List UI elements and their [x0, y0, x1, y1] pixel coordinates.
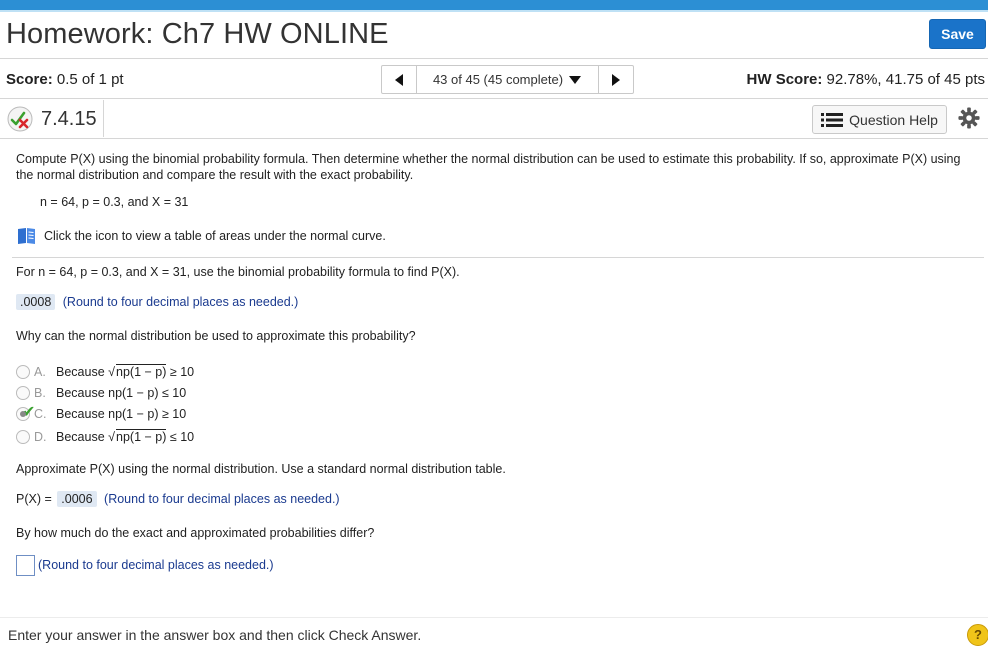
score-label: Score:: [6, 71, 53, 88]
question-select-dropdown[interactable]: 43 of 45 (45 complete): [417, 66, 597, 93]
top-accent-bar-light: [0, 10, 988, 12]
score-value: 0.5 of 1 pt: [56, 71, 124, 88]
part3-answer-box[interactable]: .0006: [57, 491, 97, 507]
option-a-text: Because √np(1 − p) ≥ 10: [56, 364, 195, 379]
part4-prompt: By how much do the exact and approximate…: [16, 526, 375, 540]
option-c-radio[interactable]: ✔: [16, 404, 35, 421]
part1-prompt: For n = 64, p = 0.3, and X = 31, use the…: [16, 265, 460, 279]
hw-score-label: HW Score:: [746, 71, 823, 88]
part1-answer-box[interactable]: .0008: [16, 294, 56, 310]
option-a-letter: A.: [34, 364, 46, 379]
part3-prompt: Approximate P(X) using the normal distri…: [16, 462, 506, 476]
top-accent-bar: [0, 0, 988, 10]
part1-answer-row: .0008 (Round to four decimal places as n…: [16, 294, 298, 310]
divider: [0, 98, 988, 99]
option-c-text: Because np(1 − p) ≥ 10: [56, 407, 187, 421]
arrow-left-icon: [395, 73, 403, 86]
score: Score: 0.5 of 1 pt: [6, 71, 124, 88]
footer-instruction: Enter your answer in the answer box and …: [8, 627, 422, 643]
option-b-text: Because np(1 − p) ≤ 10: [56, 386, 187, 400]
correct-check-icon: ✔: [22, 404, 36, 421]
page-title: Homework: Ch7 HW ONLINE: [6, 18, 389, 50]
question-prompt: Compute P(X) using the binomial probabil…: [16, 152, 961, 182]
question-help-button[interactable]: Question Help: [812, 105, 947, 134]
chevron-down-icon: [569, 75, 582, 84]
part3-answer-row: P(X) = .0006 (Round to four decimal plac…: [16, 491, 340, 507]
question-navigator: 43 of 45 (45 complete): [381, 65, 634, 94]
part4-hint: (Round to four decimal places as needed.…: [38, 558, 274, 572]
part3-hint: (Round to four decimal places as needed.…: [104, 492, 340, 506]
option-a[interactable]: A. Because √np(1 − p) ≥ 10: [16, 364, 194, 379]
option-d-text: Because √np(1 − p) ≤ 10: [56, 429, 195, 444]
list-icon: [821, 112, 844, 127]
divider: [12, 257, 984, 258]
gear-icon[interactable]: [958, 107, 980, 129]
option-c-letter: C.: [34, 407, 47, 421]
table-book-icon[interactable]: [16, 227, 37, 245]
hw-score-value: 92.78%, 41.75 of 45 pts: [826, 71, 985, 88]
question-number: 7.4.15: [41, 108, 97, 130]
question-position: 43 of 45 (45 complete): [432, 72, 564, 87]
option-c[interactable]: ✔ C. Because np(1 − p) ≥ 10: [16, 404, 187, 421]
normal-table-link-text: Click the icon to view a table of areas …: [44, 229, 386, 243]
question-help-label: Question Help: [849, 111, 938, 128]
part3-label: P(X) =: [16, 492, 52, 506]
option-b-letter: B.: [34, 386, 46, 400]
part2-prompt: Why can the normal distribution be used …: [16, 329, 416, 343]
previous-question-button[interactable]: [382, 66, 417, 93]
part4-answer-input[interactable]: [16, 555, 35, 576]
option-b-radio[interactable]: [16, 386, 30, 400]
option-a-radio[interactable]: [16, 364, 30, 379]
partial-credit-icon: [7, 106, 33, 132]
next-question-button[interactable]: [598, 66, 633, 93]
divider: [0, 617, 988, 618]
question-id-box: 7.4.15: [0, 100, 104, 137]
divider: [0, 58, 988, 59]
option-d-letter: D.: [34, 429, 47, 444]
part1-hint: (Round to four decimal places as needed.…: [62, 295, 299, 309]
divider: [0, 138, 988, 139]
option-b[interactable]: B. Because np(1 − p) ≤ 10: [16, 386, 186, 400]
help-question-icon[interactable]: ?: [967, 624, 988, 646]
question-parameters: n = 64, p = 0.3, and X = 31: [40, 195, 189, 209]
option-d[interactable]: D. Because √np(1 − p) ≤ 10: [16, 429, 194, 444]
option-d-radio[interactable]: [16, 429, 30, 444]
save-button[interactable]: Save: [929, 19, 986, 49]
hw-score: HW Score: 92.78%, 41.75 of 45 pts: [747, 71, 985, 88]
arrow-right-icon: [612, 73, 620, 86]
